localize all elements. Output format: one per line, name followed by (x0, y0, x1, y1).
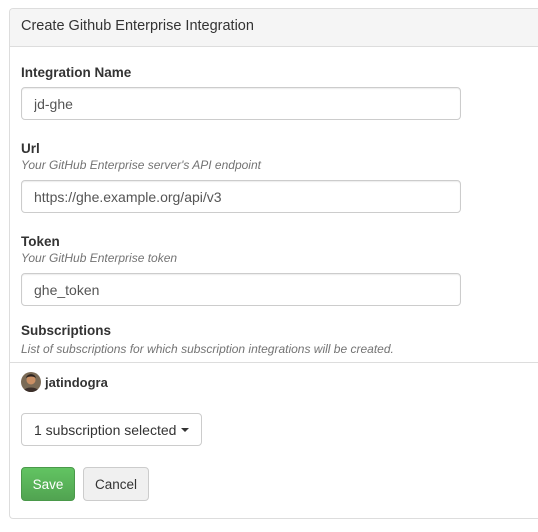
token-help-text: Your GitHub Enterprise token (21, 251, 178, 265)
integration-name-label: Integration Name (21, 65, 132, 80)
integration-panel: Create Github Enterprise Integration Int… (9, 8, 538, 519)
url-input[interactable] (21, 180, 461, 213)
subscriptions-divider (10, 362, 538, 363)
subscription-item: jatindogra (21, 372, 108, 392)
cancel-button[interactable]: Cancel (83, 467, 149, 501)
token-input[interactable] (21, 273, 461, 306)
user-avatar-icon (21, 372, 41, 392)
panel-title: Create Github Enterprise Integration (21, 18, 254, 34)
integration-name-input[interactable] (21, 87, 461, 120)
save-button[interactable]: Save (21, 467, 75, 501)
subscriptions-label: Subscriptions (21, 323, 112, 338)
caret-down-icon (181, 427, 190, 432)
dropdown-label: 1 subscription selected (34, 421, 177, 438)
panel-heading: Create Github Enterprise Integration (10, 9, 538, 47)
url-label: Url (21, 141, 40, 156)
subscription-select-dropdown[interactable]: 1 subscription selected (21, 413, 203, 446)
subscriptions-help-text: List of subscriptions for which subscrip… (21, 342, 394, 356)
subscription-name: jatindogra (45, 374, 108, 390)
url-help-text: Your GitHub Enterprise server's API endp… (21, 158, 261, 172)
token-label: Token (21, 234, 60, 249)
